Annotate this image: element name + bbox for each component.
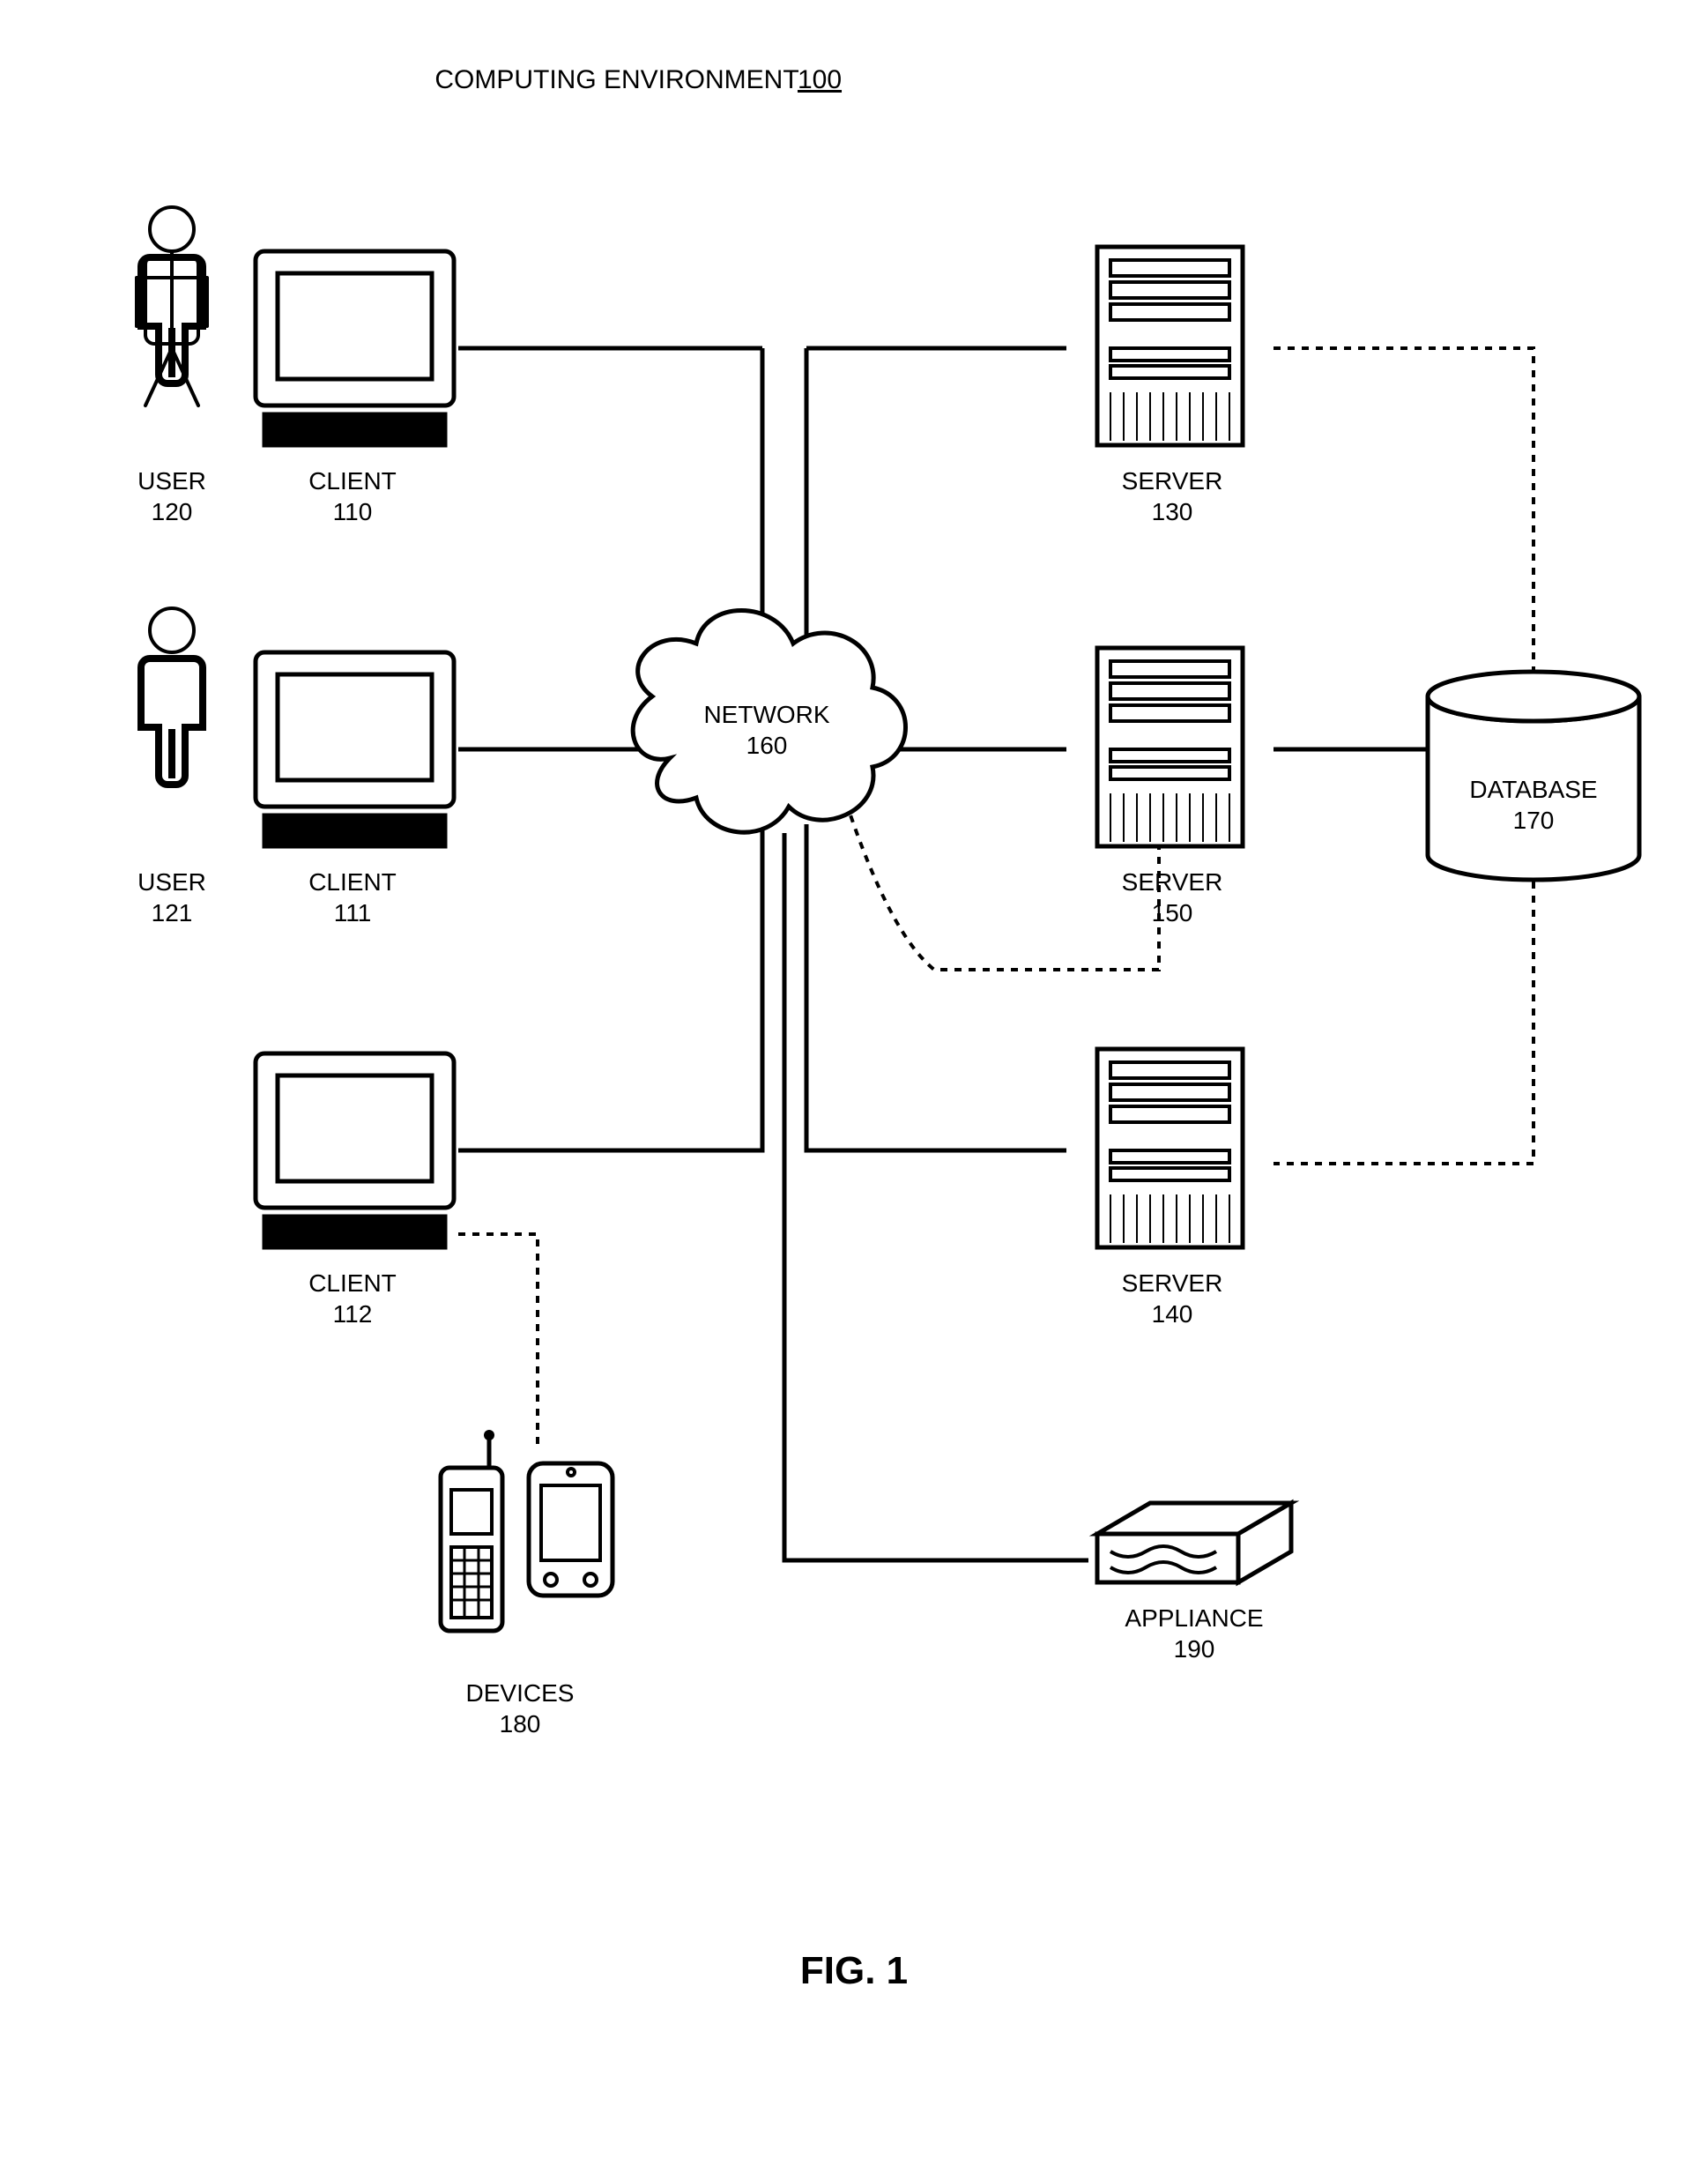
devices-label: DEVICES: [466, 1679, 575, 1707]
network-num: 160: [746, 732, 788, 759]
appliance-label: APPLIANCE: [1125, 1604, 1263, 1632]
server-150: SERVER 150: [1097, 648, 1243, 926]
diagram: COMPUTING ENVIRONMENT 100 NETWORK 160 US…: [0, 0, 1708, 2158]
link-client112-devices: [458, 1234, 538, 1446]
user120-num: 120: [152, 498, 193, 525]
database-label: DATABASE: [1469, 776, 1597, 803]
link-client112-network: [458, 824, 762, 1150]
link-network-server140: [806, 824, 1066, 1150]
user121-label: USER: [137, 868, 206, 896]
devices: DEVICES 180: [441, 1430, 613, 1738]
client-110: CLIENT 110: [256, 251, 454, 525]
server150-num: 150: [1152, 899, 1193, 926]
client110-num: 110: [333, 498, 373, 525]
network-label: NETWORK: [703, 701, 829, 728]
appliance: APPLIANCE 190: [1097, 1503, 1291, 1663]
appliance-num: 190: [1174, 1635, 1215, 1663]
network-cloud: NETWORK 160: [633, 611, 905, 833]
user121-num: 121: [152, 899, 193, 926]
client-111: CLIENT 111: [256, 652, 454, 926]
link-server130-database: [1274, 348, 1533, 683]
user-121: USER 121: [137, 608, 206, 926]
figure-label: FIG. 1: [800, 1949, 908, 1992]
client111-label: CLIENT: [308, 868, 397, 896]
server130-label: SERVER: [1122, 467, 1223, 495]
server150-label: SERVER: [1122, 868, 1223, 896]
database: DATABASE 170: [1428, 672, 1639, 880]
user120-label: USER: [137, 467, 206, 495]
server140-label: SERVER: [1122, 1269, 1223, 1297]
server-140: SERVER 140: [1097, 1049, 1243, 1328]
client111-num: 111: [334, 899, 372, 926]
database-num: 170: [1513, 807, 1555, 834]
server130-num: 130: [1152, 498, 1193, 525]
client112-num: 112: [333, 1300, 373, 1328]
devices-num: 180: [500, 1710, 541, 1738]
client110-label: CLIENT: [308, 467, 397, 495]
user-120: USER 120: [137, 207, 207, 525]
title-prefix: COMPUTING ENVIRONMENT: [434, 65, 798, 94]
client112-label: CLIENT: [308, 1269, 397, 1297]
client-112: CLIENT 112: [256, 1053, 454, 1328]
title-number: 100: [798, 65, 842, 94]
link-network-appliance: [784, 833, 1088, 1560]
server140-num: 140: [1152, 1300, 1193, 1328]
server-130: SERVER 130: [1097, 247, 1243, 525]
link-database-server140: [1274, 882, 1533, 1164]
